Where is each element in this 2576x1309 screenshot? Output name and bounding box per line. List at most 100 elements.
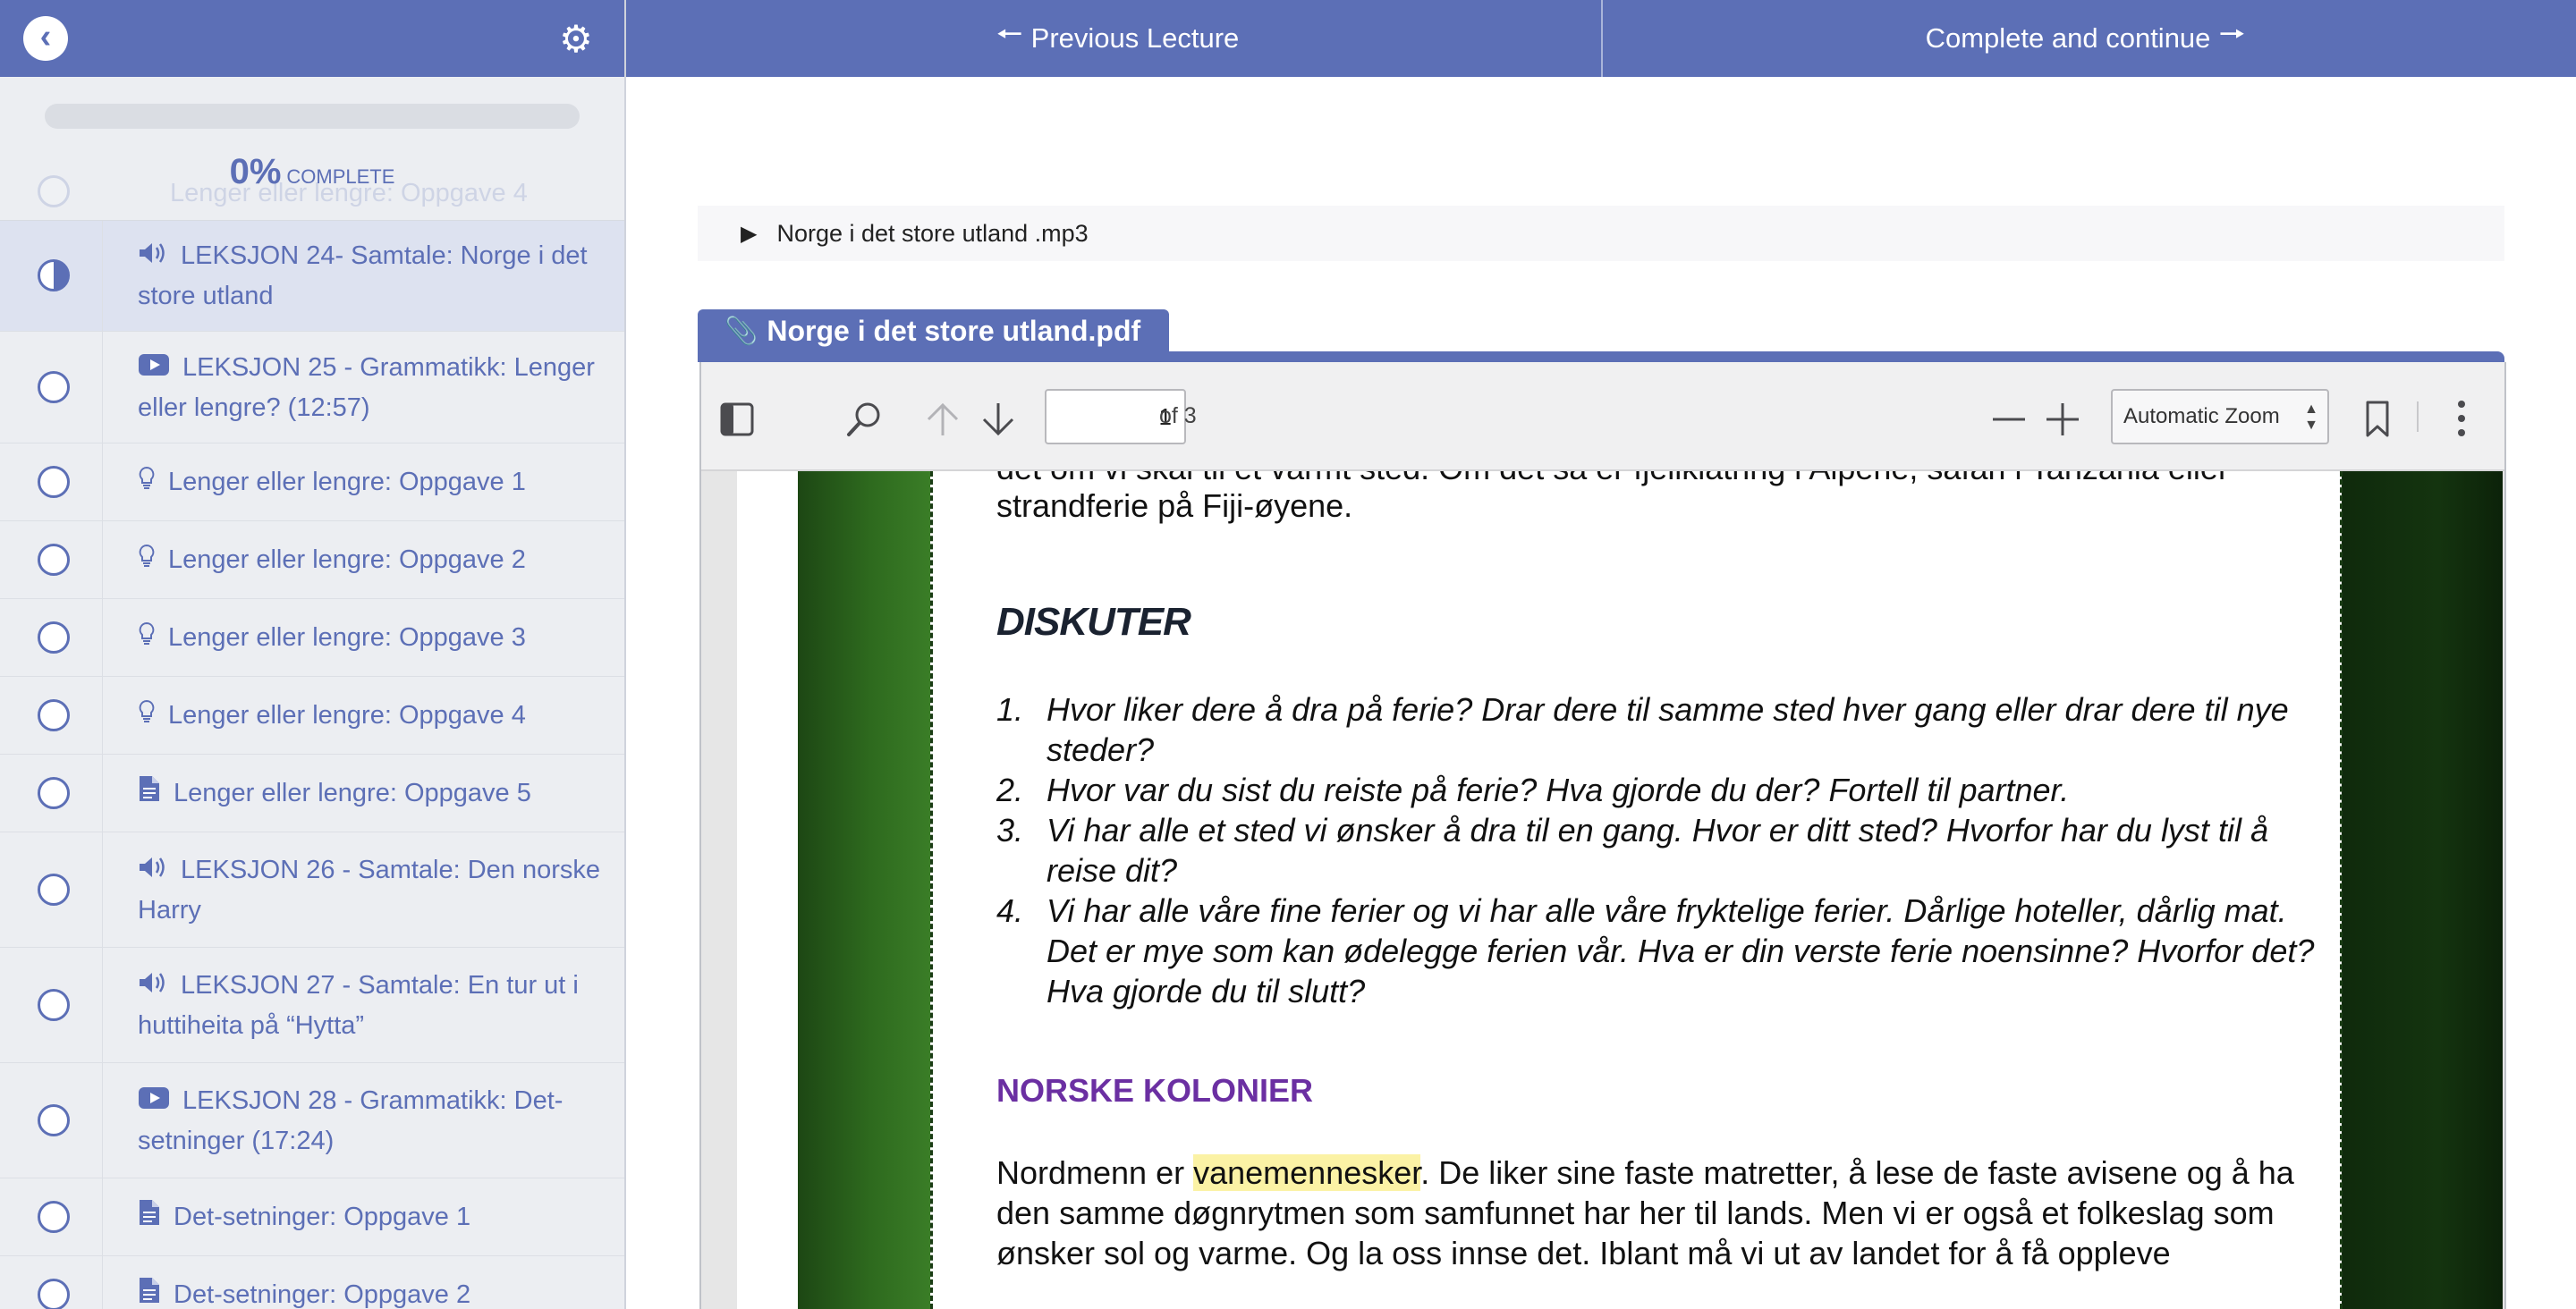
lecture-item-label: Lenger eller lengre: Oppgave 4 xyxy=(168,701,526,730)
chevron-left-icon: ‹ xyxy=(39,18,52,55)
body-paragraph: Nordmenn er vanemennesker. De liker sine… xyxy=(996,1153,2338,1273)
lecture-item[interactable]: Det-setninger: Oppgave 1 xyxy=(0,1178,624,1256)
select-arrows-icon: ▲ ▼ xyxy=(2304,401,2318,433)
partial-text-line: det om vi skal til et varmt sted. Om det… xyxy=(996,471,2229,487)
status-column xyxy=(0,332,103,443)
course-progress: Lenger eller lengre: Oppgave 4 0% COMPLET… xyxy=(0,77,624,221)
complete-and-continue-button[interactable]: Complete and continue 🠒 xyxy=(1603,0,2576,77)
status-column xyxy=(0,755,103,832)
course-sidebar: LEKSJON 24- Samtale: Norge i det store u… xyxy=(0,77,624,1309)
audio-attachment[interactable]: ▶ Norge i det store utland .mp3 xyxy=(698,206,2504,261)
lecture-item[interactable]: LEKSJON 26 - Samtale: Den norske Harry xyxy=(0,832,624,948)
zoom-select[interactable]: Automatic Zoom ▲ ▼ xyxy=(2111,389,2329,444)
page-total: of 3 xyxy=(1159,403,1197,428)
lecture-item[interactable]: LEKSJON 24- Samtale: Norge i det store u… xyxy=(0,220,624,332)
previous-lecture-button[interactable]: 🠐 Previous Lecture xyxy=(626,0,1601,77)
in-progress-circle-icon xyxy=(38,259,70,291)
question-item: 2. Hvor var du sist du reiste på ferie? H… xyxy=(996,770,2320,810)
top-bar: ‹ ⚙ 🠐 Previous Lecture Complete and cont… xyxy=(0,0,2576,77)
dashed-border-right xyxy=(2340,471,2343,1309)
lecture-item[interactable]: LEKSJON 28 - Grammatikk: Det-setninger (… xyxy=(0,1063,624,1178)
heading-discuss: DISKUTER xyxy=(996,600,1191,644)
paragraph-end: strandferie på Fiji-øyene. xyxy=(996,487,1353,524)
lecture-item[interactable]: Lenger eller lengre: Oppgave 5 xyxy=(0,755,624,832)
sidebar-toggle-icon[interactable] xyxy=(719,401,755,437)
lecture-item-label: Det-setninger: Oppgave 2 xyxy=(174,1280,471,1309)
lecture-item[interactable]: LEKSJON 25 - Grammatikk: Lenger eller le… xyxy=(0,332,624,443)
status-circle-icon xyxy=(38,621,70,654)
arrow-right-icon: 🠒 xyxy=(2219,18,2245,50)
lecture-item-text: LEKSJON 24- Samtale: Norge i det store u… xyxy=(138,236,608,316)
lecture-item-text: LEKSJON 26 - Samtale: Den norske Harry xyxy=(138,850,608,930)
lecture-item-text: Det-setninger: Oppgave 1 xyxy=(138,1197,608,1237)
previous-lecture-label: Previous Lecture xyxy=(1030,22,1240,54)
question-item: 1. Hvor liker dere å dra på ferie? Drar d… xyxy=(996,689,2320,770)
status-circle-icon xyxy=(38,1201,70,1233)
pdf-frame-border xyxy=(698,351,2504,362)
question-text: Hvor var du sist du reiste på ferie? Hva… xyxy=(1046,772,2070,808)
page-decoration-right xyxy=(2342,471,2503,1309)
more-options-icon[interactable] xyxy=(2453,398,2470,439)
status-column xyxy=(0,948,103,1062)
lightbulb-icon xyxy=(138,463,156,502)
video-icon xyxy=(138,349,170,388)
lecture-item-label: Lenger eller lengre: Oppgave 3 xyxy=(168,623,526,652)
document-icon xyxy=(138,774,161,814)
lecture-item-label: LEKSJON 25 - Grammatikk: Lenger eller le… xyxy=(138,353,595,423)
lecture-item-label: LEKSJON 28 - Grammatikk: Det-setninger (… xyxy=(138,1086,564,1156)
lecture-item[interactable]: Lenger eller lengre: Oppgave 1 xyxy=(0,443,624,521)
status-column xyxy=(0,1178,103,1255)
status-circle-icon xyxy=(38,466,70,498)
status-column xyxy=(0,599,103,676)
search-icon[interactable] xyxy=(844,400,884,439)
zoom-in-icon[interactable] xyxy=(2045,401,2080,437)
status-column xyxy=(0,443,103,520)
lecture-item-text: LEKSJON 27 - Samtale: En tur ut i huttih… xyxy=(138,966,608,1045)
document-icon xyxy=(138,1276,161,1309)
zoom-out-icon[interactable] xyxy=(1991,401,2027,437)
lecture-item[interactable]: Lenger eller lengre: Oppgave 3 xyxy=(0,599,624,677)
discussion-questions: 1. Hvor liker dere å dra på ferie? Drar d… xyxy=(996,689,2320,1011)
document-icon xyxy=(138,1198,161,1237)
dashed-border-left xyxy=(930,471,933,1309)
progress-percent: 0% xyxy=(229,152,282,191)
lecture-item-label: Lenger eller lengre: Oppgave 5 xyxy=(174,779,531,807)
lecture-item-text: Lenger eller lengre: Oppgave 4 xyxy=(138,696,608,736)
pdf-tab-label: Norge i det store utland.pdf xyxy=(767,314,1141,347)
video-icon xyxy=(138,1082,170,1121)
lecture-item-text: Det-setninger: Oppgave 2 xyxy=(138,1275,608,1309)
page-decoration-left xyxy=(798,471,930,1309)
status-circle-icon xyxy=(38,1279,70,1309)
play-icon[interactable]: ▶ xyxy=(741,221,757,247)
body-text-start: Nordmenn er xyxy=(996,1154,1194,1191)
bookmark-icon[interactable] xyxy=(2363,400,2392,439)
pdf-toolbar: 1 of 3 Automatic Zoom ▲ ▼ xyxy=(701,362,2504,471)
back-button[interactable]: ‹ xyxy=(23,16,68,61)
next-page-icon[interactable] xyxy=(979,400,1018,439)
lightbulb-icon xyxy=(138,697,156,736)
heading-norwegian-colonies: NORSKE KOLONIER xyxy=(996,1072,1314,1109)
progress-label: 0% COMPLETE xyxy=(0,152,624,192)
lecture-item-label: LEKSJON 24- Samtale: Norge i det store u… xyxy=(138,241,588,311)
complete-and-continue-label: Complete and continue xyxy=(1925,22,2211,54)
lecture-item-text: Lenger eller lengre: Oppgave 5 xyxy=(138,773,608,814)
progress-complete-word: COMPLETE xyxy=(286,165,395,188)
lecture-item[interactable]: LEKSJON 27 - Samtale: En tur ut i huttih… xyxy=(0,948,624,1063)
previous-page-icon[interactable] xyxy=(923,400,962,439)
lecture-item[interactable]: Lenger eller lengre: Oppgave 4 xyxy=(0,677,624,755)
pdf-document-area[interactable]: det om vi skal til et varmt sted. Om det… xyxy=(701,471,2504,1309)
question-item: 4. Vi har alle våre fine ferier og vi har… xyxy=(996,891,2320,1011)
lecture-item-text: Lenger eller lengre: Oppgave 1 xyxy=(138,462,608,502)
status-column xyxy=(0,521,103,598)
lecture-item-label: LEKSJON 26 - Samtale: Den norske Harry xyxy=(138,856,601,925)
settings-button[interactable]: ⚙ xyxy=(556,20,596,59)
lecture-item[interactable]: Lenger eller lengre: Oppgave 2 xyxy=(0,521,624,599)
lecture-item-text: Lenger eller lengre: Oppgave 3 xyxy=(138,618,608,658)
lecture-item[interactable]: Det-setninger: Oppgave 2 xyxy=(0,1256,624,1309)
lecture-item-text: LEKSJON 25 - Grammatikk: Lenger eller le… xyxy=(138,348,608,427)
status-circle-icon xyxy=(38,699,70,731)
audio-icon xyxy=(138,967,168,1006)
question-item: 3. Vi har alle et sted vi ønsker å dra ti… xyxy=(996,810,2320,891)
pdf-attachment-tab[interactable]: 📎 Norge i det store utland.pdf xyxy=(698,309,1170,352)
audio-icon xyxy=(138,237,168,276)
